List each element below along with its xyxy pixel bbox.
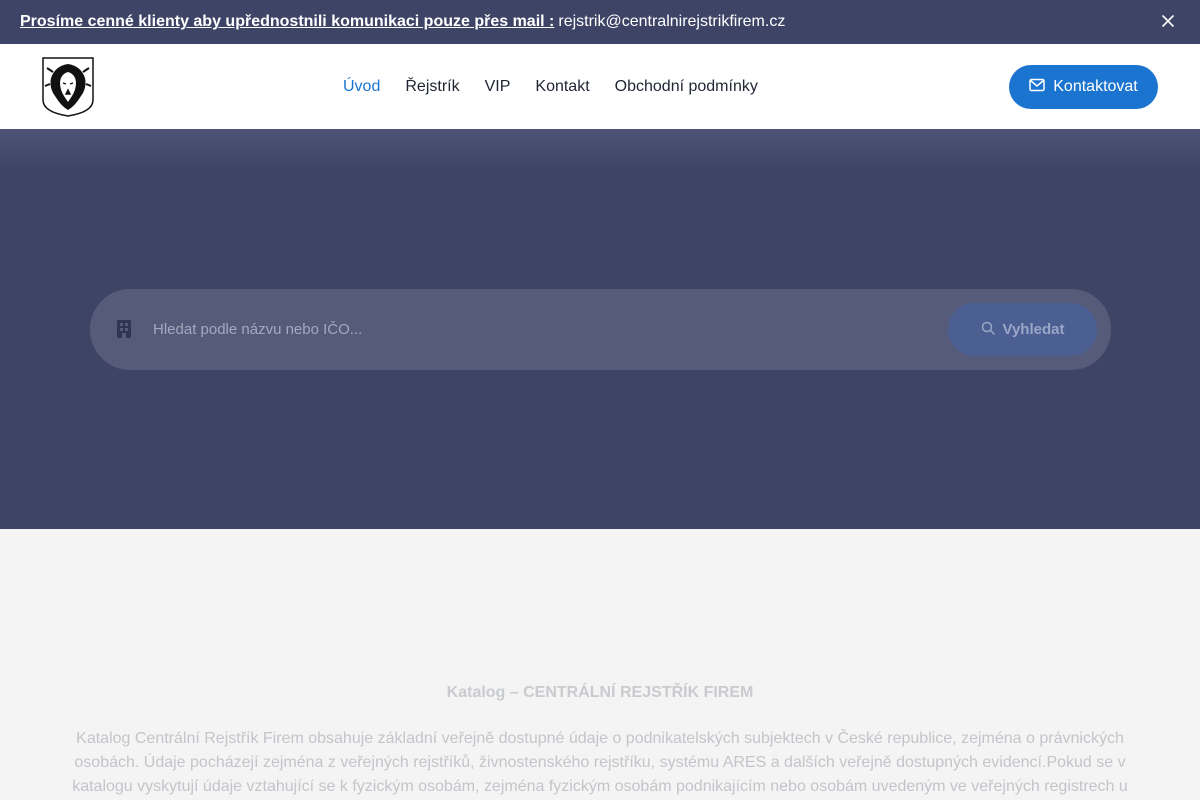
nav-item-vip[interactable]: VIP xyxy=(485,78,511,96)
search-input[interactable] xyxy=(153,314,913,344)
building-icon xyxy=(116,319,132,339)
search-button[interactable]: Vyhledat xyxy=(948,303,1097,356)
nav-item-kontakt[interactable]: Kontakt xyxy=(535,78,589,96)
search-bar: Vyhledat xyxy=(90,289,1111,370)
contact-button-label: Kontaktovat xyxy=(1053,78,1138,95)
nav-item-rejstrik[interactable]: Řejstrík xyxy=(405,78,459,96)
contact-button[interactable]: Kontaktovat xyxy=(1009,65,1158,109)
announcement-email[interactable]: rejstrik@centralnirejstrikfirem.cz xyxy=(558,13,785,31)
mail-icon xyxy=(1029,78,1045,97)
lion-logo-icon[interactable] xyxy=(41,56,95,117)
hero-section: Vyhledat xyxy=(0,129,1200,529)
announcement-bar: Prosíme cenné klienty aby upřednostnili … xyxy=(0,0,1200,44)
nav-item-uvod[interactable]: Úvod xyxy=(343,78,380,96)
announcement-text: Prosíme cenné klienty aby upřednostnili … xyxy=(20,13,555,30)
close-icon[interactable] xyxy=(1158,11,1178,31)
catalog-description: Katalog Centrální Rejstřík Firem obsahuj… xyxy=(72,730,1128,795)
site-header: Úvod Řejstrík VIP Kontakt Obchodní podmí… xyxy=(0,44,1200,129)
search-button-label: Vyhledat xyxy=(1002,321,1065,338)
catalog-heading: Katalog – CENTRÁLNÍ REJSTŘÍK FIREM xyxy=(446,684,754,701)
main-nav: Úvod Řejstrík VIP Kontakt Obchodní podmí… xyxy=(343,44,758,129)
nav-item-obchodni-podminky[interactable]: Obchodní podmínky xyxy=(615,78,758,96)
catalog-section: Katalog – CENTRÁLNÍ REJSTŘÍK FIREM Katal… xyxy=(0,529,1200,800)
search-icon xyxy=(981,321,995,339)
